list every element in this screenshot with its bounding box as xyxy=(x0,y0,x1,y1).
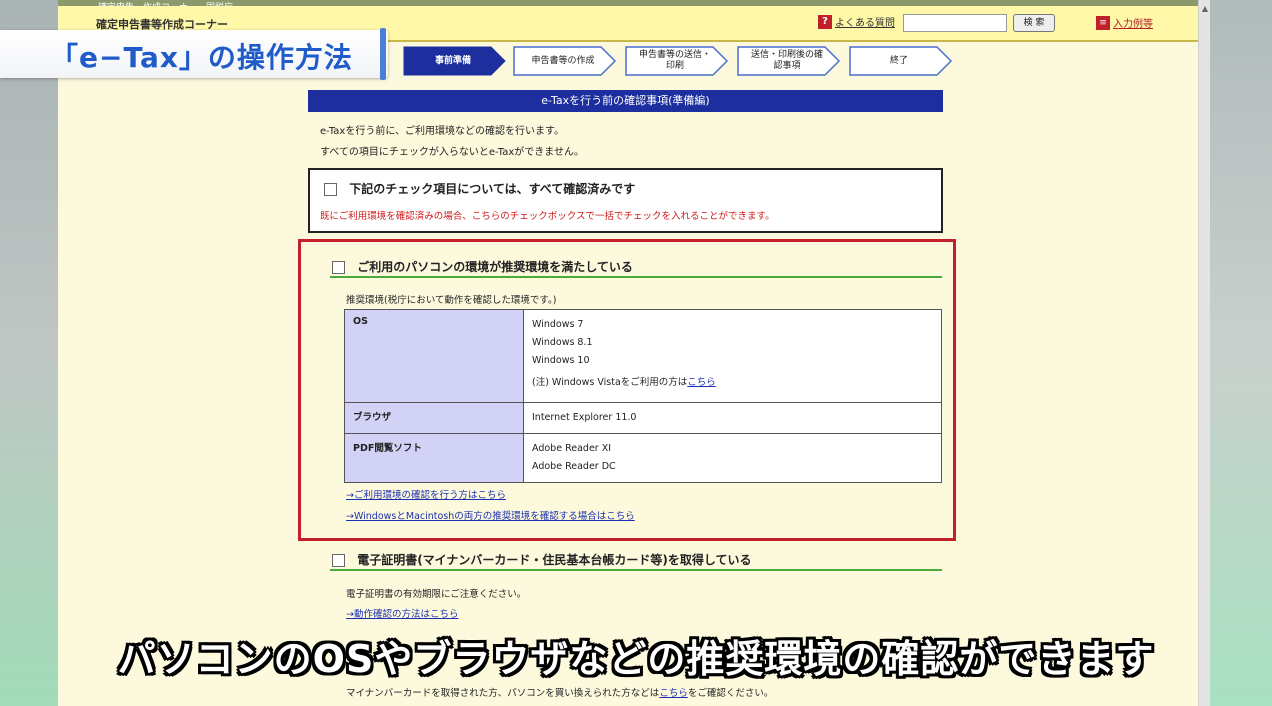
os-item: Windows 7 xyxy=(532,319,584,330)
help-label: 入力例等 xyxy=(1113,19,1153,30)
help-link[interactable]: ≡ 入力例等 xyxy=(1096,15,1153,30)
pdf-item: Adobe Reader DC xyxy=(532,461,616,472)
section-underline xyxy=(330,276,942,278)
cert-howto-link[interactable]: →動作確認の方法はこちら xyxy=(346,606,458,620)
cert-check-label: 電子証明書(マイナンバーカード・住民基本台帳カード等)を取得している xyxy=(357,553,752,567)
table-key: ブラウザ xyxy=(344,402,524,434)
browser-page: 確定申告 - 作成コーナー - 国税庁 確定申告書等作成コーナー ? よくある質… xyxy=(58,0,1210,706)
env-confirm-link[interactable]: →ご利用環境の確認を行う方はこちら xyxy=(346,487,506,501)
os-item: Windows 8.1 xyxy=(532,337,593,348)
env-desc: 推奨環境(税庁において動作を確認した環境です。) xyxy=(346,295,557,306)
all-checked-label: 下記のチェック項目については、すべて確認済みです xyxy=(349,182,636,196)
bottom-link[interactable]: こちら xyxy=(659,688,688,699)
vista-link[interactable]: こちら xyxy=(687,377,716,388)
bottom-note-text: マイナンバーカードを取得された方、パソコンを買い換えられた方などは xyxy=(346,688,660,699)
intro-text-1: e-Taxを行う前に、ご利用環境などの確認を行います。 xyxy=(320,126,565,137)
vista-note-text: (注) Windows Vistaをご利用の方は xyxy=(532,377,688,388)
vista-note: (注) Windows Vistaをご利用の方はこちら xyxy=(532,374,933,392)
step-label: 送信・印刷後の確認事項 xyxy=(750,50,823,71)
help-icon: ≡ xyxy=(1096,15,1110,30)
all-checked-checkbox[interactable] xyxy=(324,183,337,196)
video-title: 「e−Tax」の操作方法 xyxy=(50,41,353,74)
env-checkbox[interactable] xyxy=(332,261,345,274)
env-check-label: ご利用のパソコンの環境が推奨環境を満たしている xyxy=(357,260,633,274)
all-checked-note: 既にご利用環境を確認済みの場合、こちらのチェックボックスで一括でチェックを入れる… xyxy=(320,211,775,222)
table-value: Internet Explorer 11.0 xyxy=(523,402,942,434)
env-table: OS Windows 7 Windows 8.1 Windows 10 (注) … xyxy=(344,309,942,483)
table-value: Adobe Reader XI Adobe Reader DC xyxy=(523,433,942,483)
win-mac-link[interactable]: →WindowsとMacintoshの両方の推奨環境を確認する場合はこちら xyxy=(346,508,635,522)
table-row: OS Windows 7 Windows 8.1 Windows 10 (注) … xyxy=(344,309,942,403)
step-label: 申告書等の作成 xyxy=(531,55,595,66)
step-label: 事前準備 xyxy=(434,55,471,66)
video-background-right xyxy=(1210,0,1272,706)
table-key: OS xyxy=(344,309,524,403)
cert-desc: 電子証明書の有効期限にご注意ください。 xyxy=(346,589,527,600)
video-subtitle: パソコンのOSやブラウザなどの推奨環境の確認ができます xyxy=(117,637,1155,681)
section-underline xyxy=(330,569,942,571)
all-checked-box: 下記のチェック項目については、すべて確認済みです 既にご利用環境を確認済みの場合… xyxy=(308,168,943,233)
step-label: 申告書等の送信・印刷 xyxy=(638,50,711,71)
os-item: Windows 10 xyxy=(532,355,590,366)
page-title: e-Taxを行う前の確認事項(準備編) xyxy=(308,90,943,112)
bottom-note-suffix: をご確認ください。 xyxy=(687,688,774,699)
video-title-overlay: 「e−Tax」の操作方法 xyxy=(0,28,388,80)
table-row: PDF閲覧ソフト Adobe Reader XI Adobe Reader DC xyxy=(344,433,942,483)
progress-steps: 事前準備 申告書等の作成 申告書等の送信・印刷 送信・印刷後の確認事項 終了 xyxy=(403,46,963,78)
search-button[interactable]: 検 索 xyxy=(1013,14,1055,32)
cert-checkbox[interactable] xyxy=(332,554,345,567)
question-icon: ? xyxy=(818,14,832,29)
search-input[interactable] xyxy=(903,14,1007,32)
table-key: PDF閲覧ソフト xyxy=(344,433,524,483)
cert-check-row[interactable]: 電子証明書(マイナンバーカード・住民基本台帳カード等)を取得している xyxy=(332,551,752,568)
pdf-item: Adobe Reader XI xyxy=(532,443,612,454)
title-accent-bar xyxy=(380,28,386,80)
step-label: 終了 xyxy=(889,55,908,66)
env-check-row[interactable]: ご利用のパソコンの環境が推奨環境を満たしている xyxy=(332,258,633,275)
intro-text-2: すべての項目にチェックが入らないとe-Taxができません。 xyxy=(320,147,584,158)
scrollbar[interactable]: ▲ xyxy=(1198,0,1210,706)
table-value: Windows 7 Windows 8.1 Windows 10 (注) Win… xyxy=(523,309,942,403)
faq-label: よくある質問 xyxy=(835,18,895,29)
table-row: ブラウザ Internet Explorer 11.0 xyxy=(344,402,942,434)
bottom-note: マイナンバーカードを取得された方、パソコンを買い換えられた方などはこちらをご確認… xyxy=(346,685,773,699)
faq-link[interactable]: ? よくある質問 xyxy=(818,14,895,29)
scroll-up-icon[interactable]: ▲ xyxy=(1200,4,1210,14)
all-checked-row[interactable]: 下記のチェック項目については、すべて確認済みです xyxy=(324,180,635,197)
video-background-left xyxy=(0,0,58,706)
